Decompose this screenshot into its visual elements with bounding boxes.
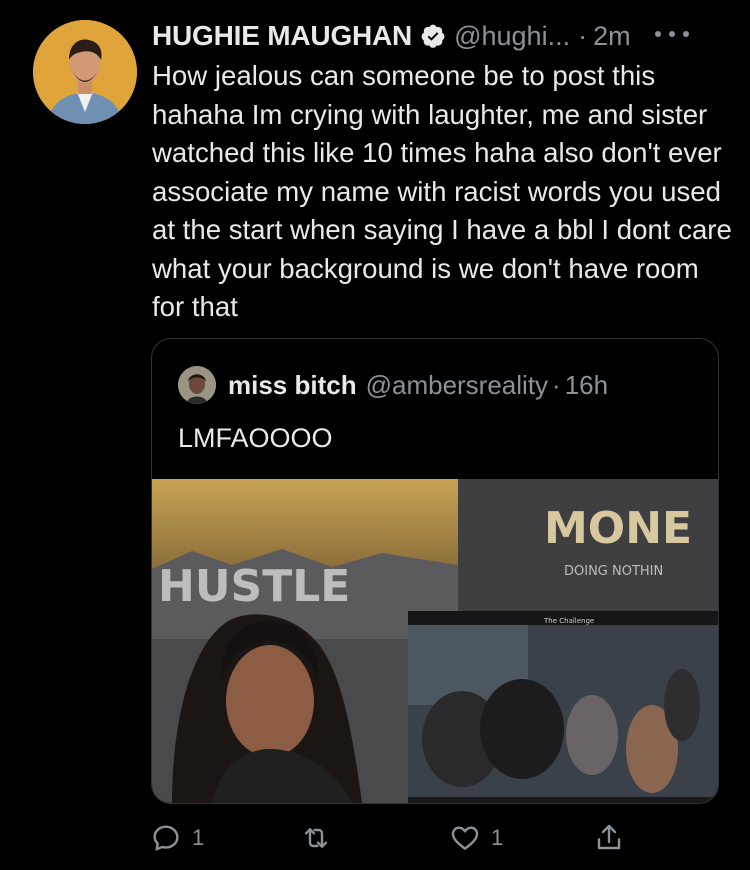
quoted-timestamp: 16h — [564, 369, 609, 400]
author-name[interactable]: HUGHIE MAUGHAN — [152, 20, 412, 52]
quoted-author-handle: @ambersreality — [365, 369, 549, 400]
retweet-icon — [304, 828, 328, 848]
tweet-text: How jealous can someone be to post this … — [152, 60, 732, 322]
author-handle[interactable]: @hughi... — [454, 21, 570, 52]
quoted-tweet-text: LMFAOOOO — [178, 423, 333, 453]
separator-dot: · — [578, 20, 588, 51]
quoted-author-avatar — [178, 366, 216, 404]
author-avatar[interactable] — [33, 20, 137, 124]
heart-icon — [451, 826, 479, 850]
reply-count: 1 — [192, 825, 205, 850]
tweet-timestamp[interactable]: 2m — [593, 21, 631, 52]
author-avatar-image — [33, 20, 137, 124]
sign-subtext-right: DOING NOTHIN — [564, 564, 663, 579]
reply-button[interactable]: 1 — [150, 818, 204, 858]
sign-text-right: MONE — [544, 503, 692, 554]
quoted-author-name: miss bitch — [228, 369, 357, 400]
verified-badge-icon — [421, 24, 445, 48]
sign-text-left: HUSTLE — [158, 561, 350, 612]
quoted-avatar-image — [178, 366, 216, 404]
quoted-tweet-header: miss bitch @ambersreality · 16h — [178, 365, 608, 405]
tweet-header: HUGHIE MAUGHAN @hughi... · 2m — [152, 16, 720, 56]
quoted-tweet[interactable]: miss bitch @ambersreality · 16h LMFAOOOO… — [151, 338, 719, 804]
like-count: 1 — [491, 825, 504, 850]
video-thumbnail: MONE DOING NOTHIN HUSTLE The Challenge — [152, 479, 718, 803]
retweet-button[interactable] — [300, 818, 342, 858]
pip-title: The Challenge — [543, 617, 594, 625]
like-button[interactable]: 1 — [449, 818, 503, 858]
more-options-icon[interactable] — [654, 31, 689, 41]
tweet-action-bar: 1 1 — [0, 818, 750, 858]
reply-icon — [153, 825, 179, 851]
quoted-separator-dot: · — [552, 369, 561, 400]
share-button[interactable] — [593, 818, 625, 858]
share-icon — [597, 824, 621, 850]
quoted-media-video[interactable]: MONE DOING NOTHIN HUSTLE The Challenge — [152, 479, 718, 803]
